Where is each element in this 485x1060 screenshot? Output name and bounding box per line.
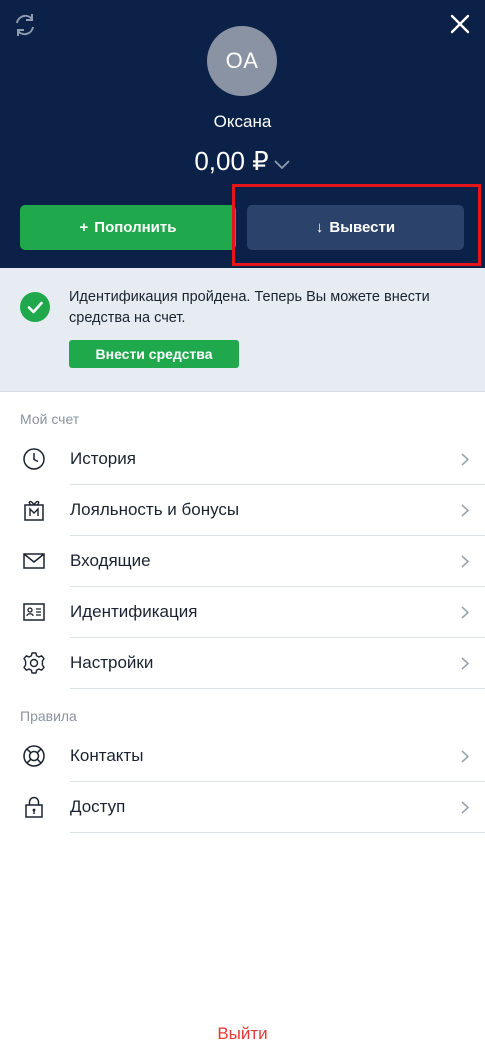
menu-item-label: Лояльность и бонусы [70,500,240,519]
chevron-right-icon [461,606,470,619]
menu-item-settings[interactable]: Настройки [0,638,485,689]
lock-icon [25,796,43,818]
divider [70,832,485,833]
withdraw-button[interactable]: ↓ Вывести [247,205,464,250]
chevron-down-icon [274,159,290,169]
notice-text: Идентификация пройдена. Теперь Вы можете… [69,289,430,326]
gift-icon [24,500,44,521]
check-icon [20,292,50,322]
menu-item-identification[interactable]: Идентификация [0,587,485,638]
chevron-right-icon [461,750,470,763]
divider [70,688,485,689]
close-icon[interactable] [446,10,474,38]
id-card-icon [23,603,45,621]
gear-icon [23,652,45,674]
plus-icon: + [79,219,89,236]
chevron-right-icon [461,801,470,814]
menu-item-label: История [70,449,136,468]
deposit-button[interactable]: + Пополнить [20,205,236,250]
username: Оксана [213,112,272,131]
menu-item-label: Идентификация [70,602,198,621]
chevron-right-icon [461,453,470,466]
section-title-rules: Правила [20,708,77,724]
logout-link[interactable]: Выйти [0,1024,485,1044]
menu-item-label: Входящие [70,551,151,570]
deposit-button-label: Пополнить [94,219,177,236]
balance-amount: 0,00 ₽ [194,146,269,176]
lifebuoy-icon [23,745,45,767]
chevron-right-icon [461,504,470,517]
envelope-icon [23,553,45,569]
arrow-down-icon: ↓ [315,219,324,236]
balance-selector[interactable]: 0,00 ₽ [0,146,485,177]
refresh-icon[interactable] [10,10,40,40]
clock-icon [23,448,45,470]
withdraw-button-label: Вывести [329,219,396,236]
menu-item-history[interactable]: История [0,434,485,485]
section-title-account: Мой счет [20,411,80,427]
menu-item-access[interactable]: Доступ [0,782,485,833]
chevron-right-icon [461,657,470,670]
menu-item-label: Настройки [70,653,154,672]
menu-item-loyalty[interactable]: Лояльность и бонусы [0,485,485,536]
chevron-right-icon [461,555,470,568]
add-funds-button[interactable]: Внести средства [69,340,239,368]
menu-item-label: Доступ [70,797,126,816]
menu-item-contacts[interactable]: Контакты [0,731,485,782]
menu-item-inbox[interactable]: Входящие [0,536,485,587]
avatar: OA [207,26,277,96]
menu-item-label: Контакты [70,746,144,765]
